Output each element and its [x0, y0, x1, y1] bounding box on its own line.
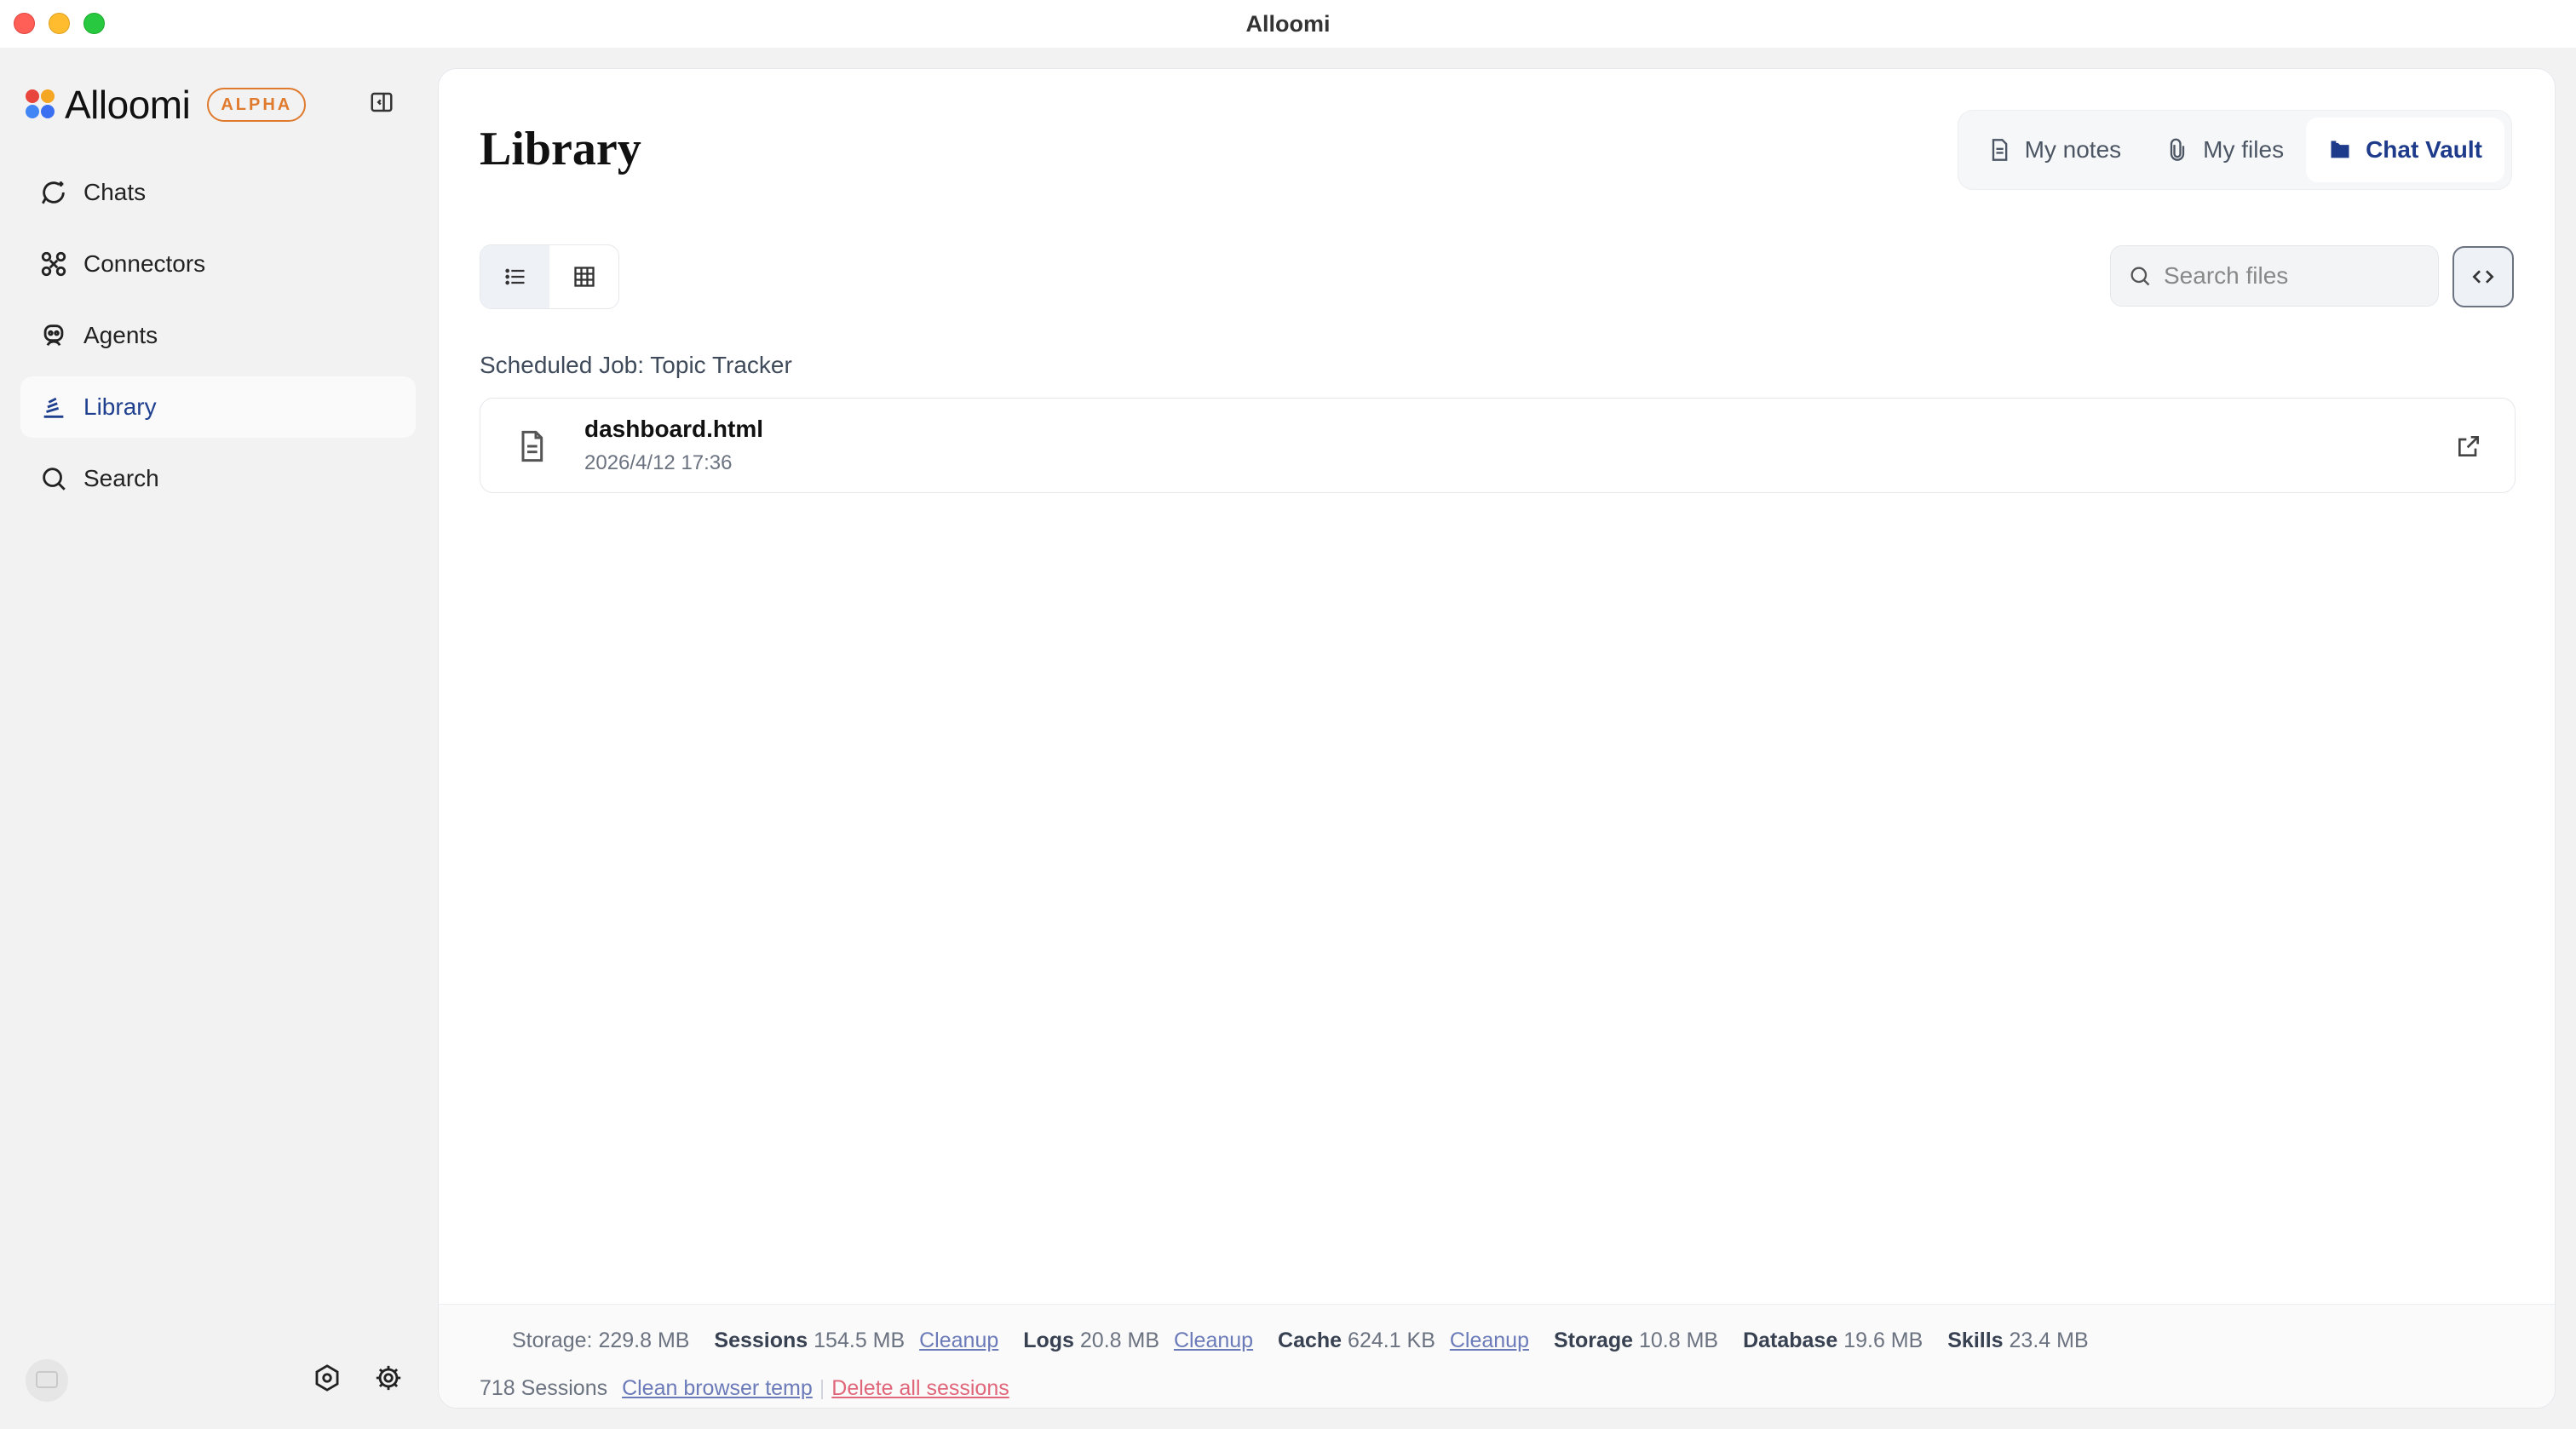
code-icon: [2472, 270, 2494, 284]
list-view-button[interactable]: [480, 245, 549, 308]
library-tabs: My notes My files Chat Vault: [1957, 110, 2512, 190]
tab-label: Chat Vault: [2366, 136, 2482, 163]
file-icon: [521, 430, 543, 462]
avatar[interactable]: [26, 1359, 68, 1402]
sidebar-item-agents[interactable]: Agents: [20, 305, 416, 366]
storage-total: Storage: 229.8 MB: [512, 1329, 690, 1352]
external-link-icon[interactable]: [2455, 433, 2482, 460]
main-panel: Library My notes My files Chat Vault Sea…: [438, 68, 2556, 1409]
brand-name: Alloomi: [65, 83, 191, 127]
alpha-badge: ALPHA: [207, 88, 307, 122]
skills-value: 23.4 MB: [2009, 1329, 2089, 1352]
hexagon-icon: [315, 1364, 339, 1392]
database-label: Database: [1743, 1329, 1838, 1352]
file-row[interactable]: dashboard.html 2026/4/12 17:36: [480, 398, 2516, 493]
logs-cleanup-link[interactable]: Cleanup: [1174, 1329, 1253, 1352]
storage-value: 10.8 MB: [1639, 1329, 1719, 1352]
chat-icon: [42, 181, 65, 204]
file-date: 2026/4/12 17:36: [584, 451, 733, 474]
logs-label: Logs: [1023, 1329, 1074, 1352]
window-title: Alloomi: [1245, 10, 1331, 37]
file-name: dashboard.html: [584, 416, 764, 442]
storage-label: Storage: [1553, 1329, 1634, 1352]
search-input[interactable]: [2164, 262, 2419, 290]
tab-label: My notes: [2024, 136, 2122, 163]
maximize-window-button[interactable]: [83, 13, 105, 34]
collapse-sidebar-button[interactable]: [366, 87, 397, 118]
folder-icon: [2331, 141, 2349, 158]
database-value: 19.6 MB: [1843, 1329, 1923, 1352]
sidebar-item-label: Agents: [83, 322, 158, 348]
skills-label: Skills: [1947, 1329, 2004, 1352]
view-toggle: [480, 244, 619, 309]
sidebar-item-connectors[interactable]: Connectors: [20, 233, 416, 295]
cache-label: Cache: [1278, 1329, 1343, 1352]
settings-button[interactable]: [371, 1361, 405, 1395]
library-icon: [43, 397, 64, 418]
list-icon: [504, 268, 524, 285]
page-title: Library: [480, 123, 641, 175]
window-controls: [14, 13, 105, 34]
sidebar-item-label: Library: [83, 393, 157, 420]
search-icon: [2130, 267, 2150, 286]
code-view-button[interactable]: [2452, 246, 2514, 307]
search-files: [2110, 245, 2439, 307]
cache-cleanup-link[interactable]: Cleanup: [1450, 1329, 1529, 1352]
logs-value: 20.8 MB: [1079, 1329, 1159, 1352]
tab-my-files[interactable]: My files: [2143, 118, 2306, 182]
close-window-button[interactable]: [14, 13, 35, 34]
paperclip-icon: [2171, 138, 2185, 161]
app-window: Alloomi Alloomi ALPHA Chats Connectors A…: [0, 0, 2576, 1429]
sessions-label: Sessions: [714, 1329, 808, 1352]
sidebar-item-library[interactable]: Library: [20, 376, 416, 438]
storage-footer: Storage: 229.8 MB Sessions 154.5 MB Clea…: [439, 1304, 2555, 1408]
gear-icon: [376, 1365, 401, 1391]
delete-all-sessions-link[interactable]: Delete all sessions: [831, 1376, 1009, 1400]
clean-browser-temp-link[interactable]: Clean browser temp: [622, 1376, 813, 1400]
title-bar: Alloomi: [0, 0, 2576, 48]
grid-view-button[interactable]: [549, 245, 618, 308]
session-actions: 718 Sessions Clean browser temp | Delete a…: [480, 1376, 1009, 1401]
agent-icon: [43, 324, 64, 347]
search-icon: [43, 468, 66, 491]
storage-stats: Storage: 229.8 MB Sessions 154.5 MB Clea…: [512, 1329, 2089, 1353]
sessions-value: 154.5 MB: [814, 1329, 906, 1352]
sidebar-item-label: Connectors: [83, 250, 206, 277]
connectors-icon: [41, 251, 66, 277]
grid-icon: [573, 267, 595, 287]
note-icon: [1992, 139, 2007, 161]
sessions-cleanup-link[interactable]: Cleanup: [919, 1329, 998, 1352]
tab-my-notes[interactable]: My notes: [1965, 118, 2144, 182]
sidebar-item-label: Search: [83, 465, 159, 491]
tab-chat-vault[interactable]: Chat Vault: [2306, 118, 2504, 182]
sessions-count: 718 Sessions: [480, 1376, 608, 1400]
sidebar: Alloomi ALPHA Chats Connectors Agents Li…: [0, 48, 436, 1429]
group-title: Scheduled Job: Topic Tracker: [480, 352, 792, 378]
brand: Alloomi ALPHA: [26, 82, 307, 128]
sidebar-item-label: Chats: [83, 179, 147, 205]
sidebar-nav: Chats Connectors Agents Library Search: [20, 162, 416, 519]
alloomi-logo-icon: [26, 89, 56, 120]
sidebar-toggle-icon: [371, 92, 393, 112]
separator: |: [819, 1376, 825, 1400]
tab-label: My files: [2203, 136, 2285, 163]
sidebar-item-chats[interactable]: Chats: [20, 162, 416, 223]
cache-value: 624.1 KB: [1348, 1329, 1435, 1352]
sidebar-item-search[interactable]: Search: [20, 448, 416, 509]
plugin-button[interactable]: [310, 1361, 344, 1395]
minimize-window-button[interactable]: [49, 13, 70, 34]
